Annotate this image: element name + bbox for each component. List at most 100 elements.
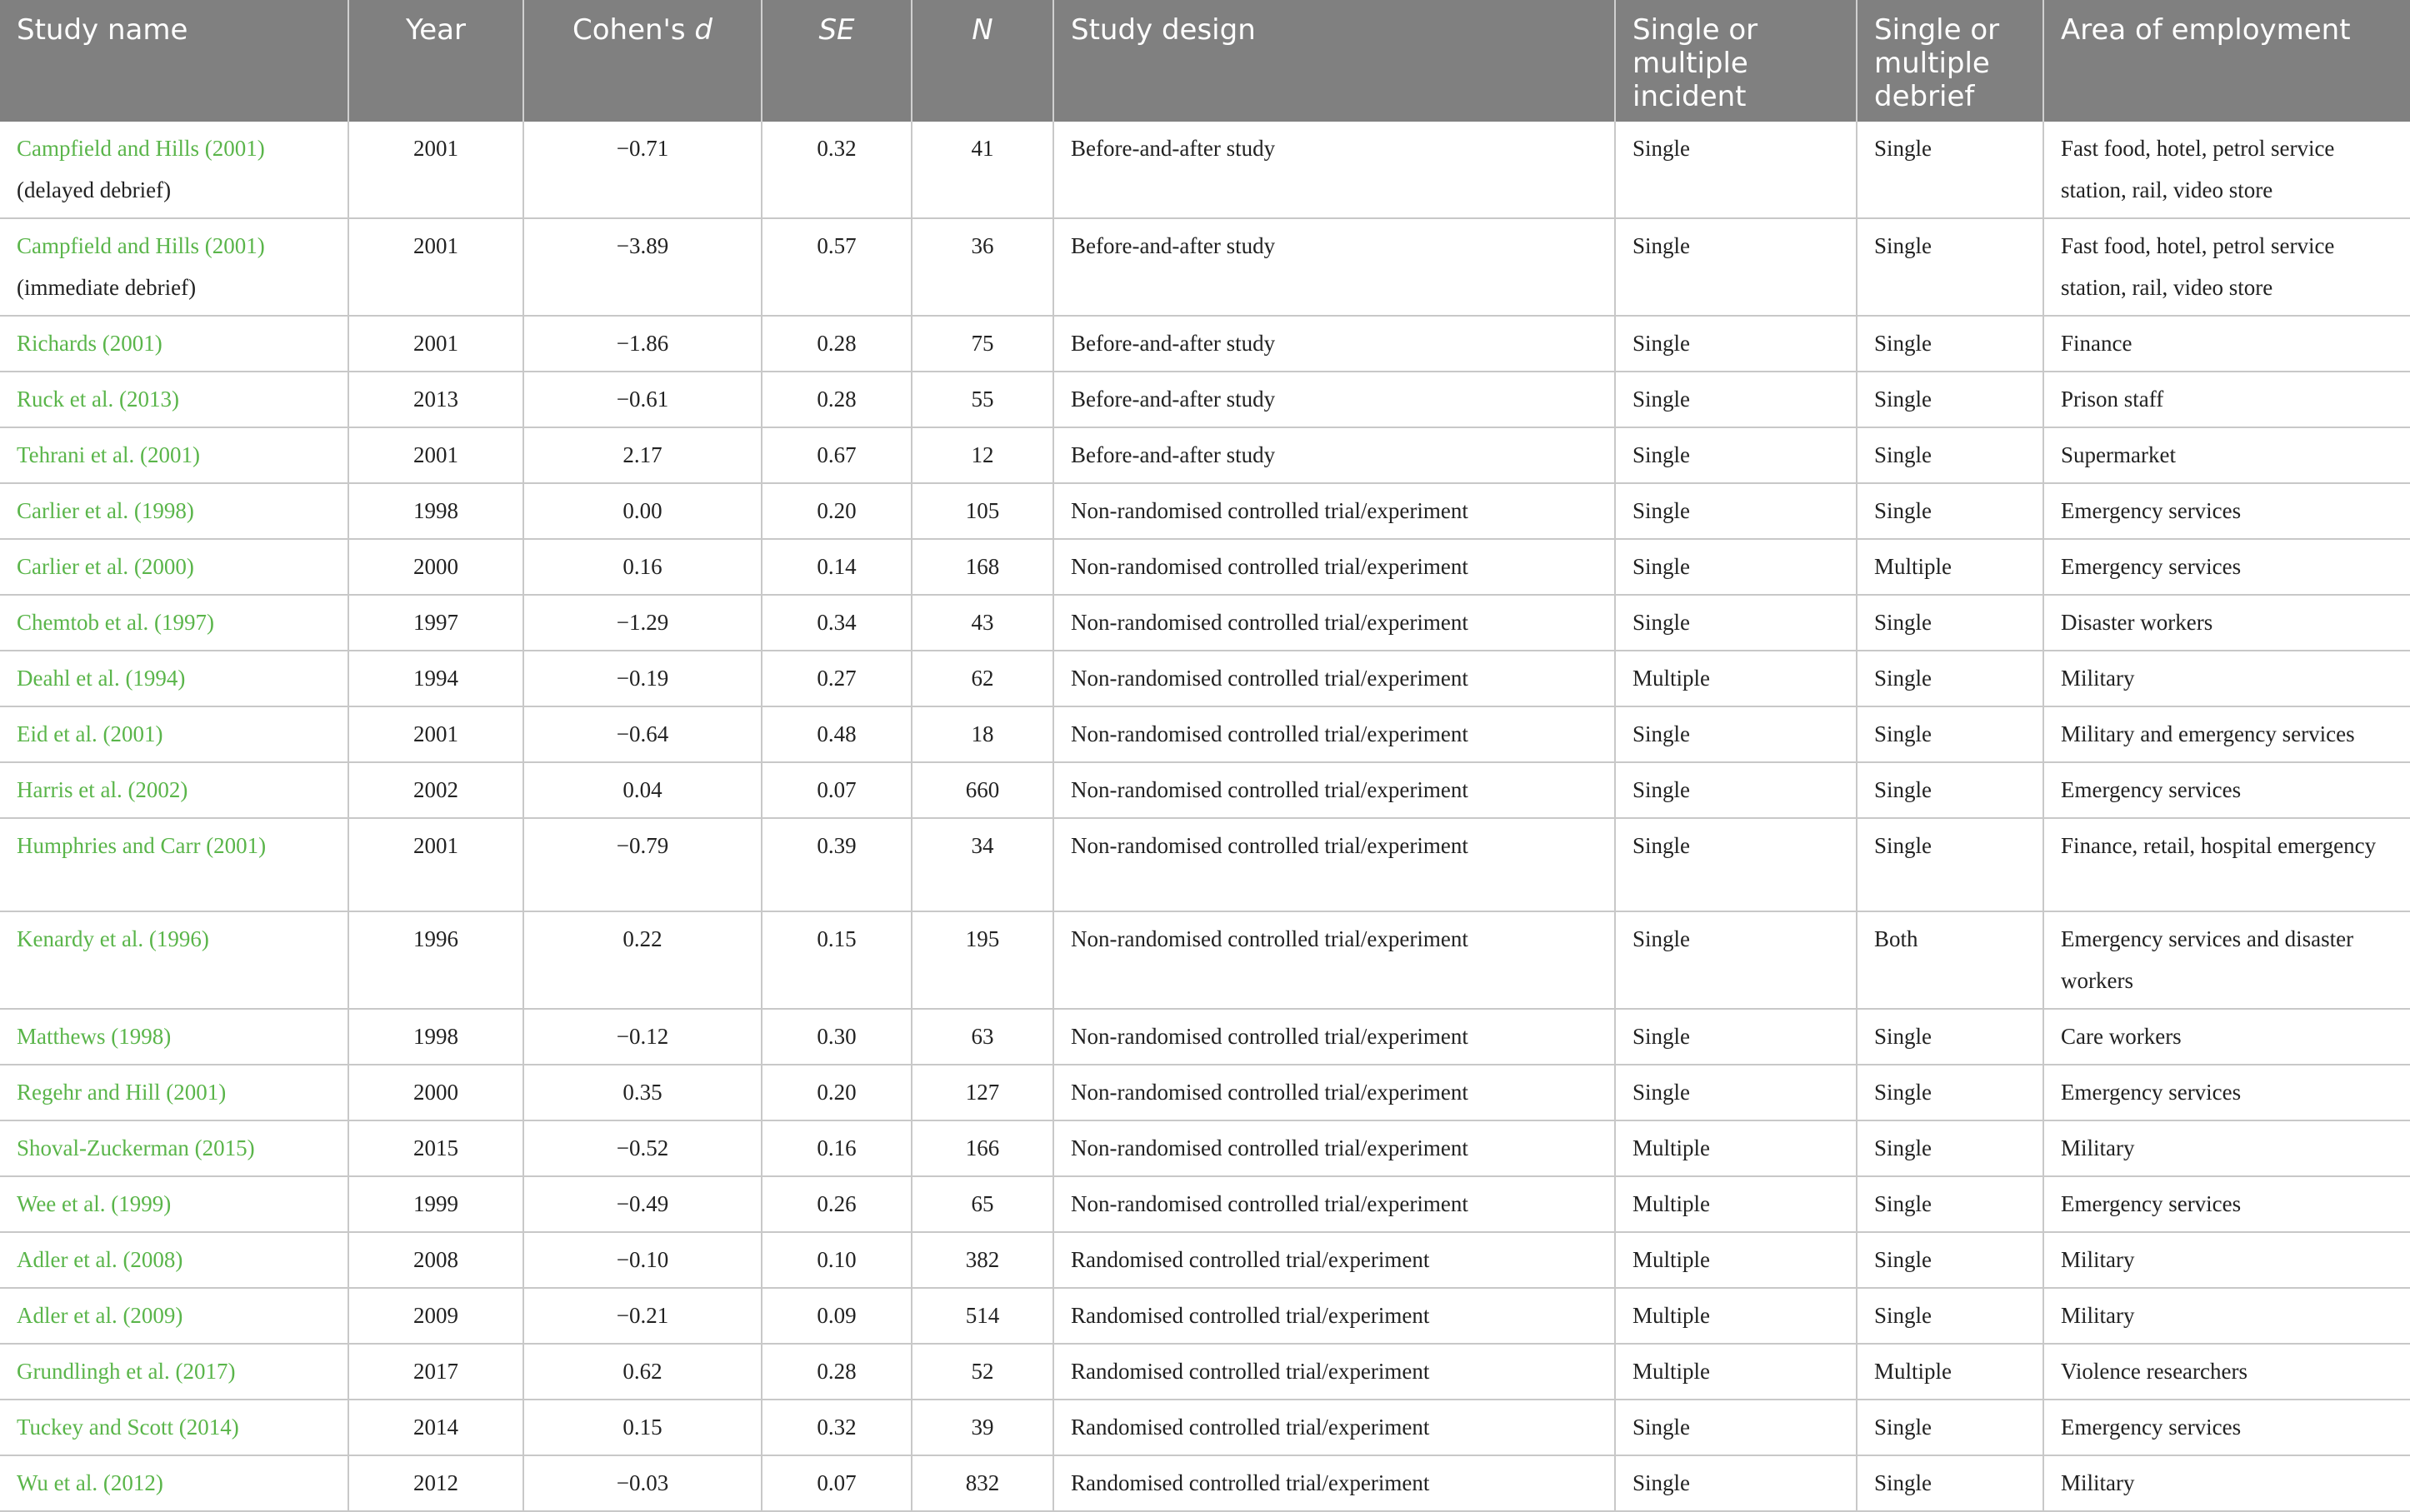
citation-link[interactable]: Deahl et al. (1994)	[17, 657, 331, 699]
cell-n: 52	[912, 1344, 1054, 1400]
citation-link[interactable]: Eid et al. (2001)	[17, 713, 331, 755]
cell-debrief: Single	[1857, 122, 2044, 219]
study-subtitle: (immediate debrief)	[17, 275, 197, 300]
cell-study-name: Ruck et al. (2013)	[0, 372, 349, 428]
citation-link[interactable]: Chemtob et al. (1997)	[17, 601, 331, 643]
cell-debrief: Single	[1857, 1455, 2044, 1512]
cell-area: Military	[2043, 1455, 2410, 1512]
cell-debrief: Single	[1857, 1400, 2044, 1456]
cell-n: 660	[912, 762, 1054, 819]
citation-link[interactable]: Matthews (1998)	[17, 1015, 331, 1057]
cell-cohens-d: −0.64	[523, 706, 762, 763]
header-row: Study name Year Cohen's d SE N Study des…	[0, 0, 2410, 122]
table-row: Grundlingh et al. (2017) 2017 0.62 0.28 52 Ra…	[0, 1344, 2410, 1400]
citation-link[interactable]: Adler et al. (2009)	[17, 1295, 331, 1336]
citation-link[interactable]: Carlier et al. (2000)	[17, 546, 331, 587]
cell-cohens-d: −1.86	[523, 316, 762, 372]
cell-se: 0.16	[762, 1120, 912, 1177]
citation-link[interactable]: Adler et al. (2008)	[17, 1239, 331, 1280]
citation-link[interactable]: Wu et al. (2012)	[17, 1462, 331, 1504]
cell-year: 2012	[348, 1455, 524, 1512]
cell-cohens-d: −0.49	[523, 1176, 762, 1233]
cell-cohens-d: −0.19	[523, 651, 762, 707]
cell-study-design: Before-and-after study	[1053, 218, 1616, 317]
cell-se: 0.28	[762, 316, 912, 372]
cell-incident: Single	[1615, 706, 1858, 763]
cell-debrief: Single	[1857, 372, 2044, 428]
cell-cohens-d: 2.17	[523, 427, 762, 484]
citation-link[interactable]: Campfield and Hills (2001)	[17, 225, 331, 267]
cell-incident: Multiple	[1615, 651, 1858, 707]
header-area: Area of employment	[2043, 0, 2410, 122]
cell-n: 832	[912, 1455, 1054, 1512]
citation-link[interactable]: Harris et al. (2002)	[17, 769, 331, 811]
table-row: Kenardy et al. (1996) 1996 0.22 0.15 195 Non-…	[0, 911, 2410, 1010]
cell-cohens-d: −0.03	[523, 1455, 762, 1512]
cell-n: 43	[912, 595, 1054, 651]
cell-incident: Single	[1615, 483, 1858, 540]
cell-debrief: Single	[1857, 1232, 2044, 1289]
cell-study-name: Wee et al. (1999)	[0, 1176, 349, 1233]
cell-debrief: Single	[1857, 706, 2044, 763]
cell-study-name: Campfield and Hills (2001) (immediate deb…	[0, 218, 349, 317]
cell-cohens-d: 0.35	[523, 1065, 762, 1121]
cell-area: Fast food, hotel, petrol service station…	[2043, 218, 2410, 317]
cell-study-name: Regehr and Hill (2001)	[0, 1065, 349, 1121]
citation-link[interactable]: Humphries and Carr (2001)	[17, 825, 331, 866]
cell-study-name: Matthews (1998)	[0, 1009, 349, 1065]
cell-area: Emergency services	[2043, 1400, 2410, 1456]
cell-study-design: Non-randomised controlled trial/experime…	[1053, 818, 1616, 912]
cell-study-design: Non-randomised controlled trial/experime…	[1053, 539, 1616, 596]
cell-incident: Single	[1615, 218, 1858, 317]
cell-incident: Single	[1615, 372, 1858, 428]
cell-year: 2009	[348, 1288, 524, 1345]
cell-study-name: Chemtob et al. (1997)	[0, 595, 349, 651]
cell-cohens-d: −0.61	[523, 372, 762, 428]
studies-table: Study name Year Cohen's d SE N Study des…	[0, 0, 2410, 1512]
cell-cohens-d: −3.89	[523, 218, 762, 317]
cell-cohens-d: −0.12	[523, 1009, 762, 1065]
cell-incident: Multiple	[1615, 1288, 1858, 1345]
cell-n: 18	[912, 706, 1054, 763]
cell-year: 1998	[348, 1009, 524, 1065]
cell-year: 2001	[348, 706, 524, 763]
cell-area: Military	[2043, 651, 2410, 707]
cell-area: Emergency services	[2043, 539, 2410, 596]
citation-link[interactable]: Carlier et al. (1998)	[17, 490, 331, 531]
table-row: Adler et al. (2009) 2009 −0.21 0.09 514 Rando…	[0, 1288, 2410, 1345]
cell-study-design: Non-randomised controlled trial/experime…	[1053, 1176, 1616, 1233]
cell-year: 2013	[348, 372, 524, 428]
cell-debrief: Single	[1857, 218, 2044, 317]
cell-cohens-d: −0.52	[523, 1120, 762, 1177]
cell-year: 1994	[348, 651, 524, 707]
table-row: Carlier et al. (2000) 2000 0.16 0.14 168 Non-…	[0, 539, 2410, 596]
header-cohens-d-symbol: d	[694, 13, 713, 47]
citation-link[interactable]: Tehrani et al. (2001)	[17, 434, 331, 476]
table-row: Shoval-Zuckerman (2015) 2015 −0.52 0.16 166 N…	[0, 1120, 2410, 1177]
cell-debrief: Single	[1857, 1288, 2044, 1345]
cell-study-name: Adler et al. (2009)	[0, 1288, 349, 1345]
cell-incident: Multiple	[1615, 1176, 1858, 1233]
cell-area: Emergency services	[2043, 483, 2410, 540]
citation-link[interactable]: Wee et al. (1999)	[17, 1183, 331, 1225]
citation-link[interactable]: Campfield and Hills (2001)	[17, 127, 331, 169]
citation-link[interactable]: Tuckey and Scott (2014)	[17, 1406, 331, 1448]
cell-se: 0.32	[762, 1400, 912, 1456]
citation-link[interactable]: Shoval-Zuckerman (2015)	[17, 1127, 331, 1169]
cell-incident: Single	[1615, 316, 1858, 372]
table-row: Eid et al. (2001) 2001 −0.64 0.48 18 Non-rand…	[0, 706, 2410, 763]
citation-link[interactable]: Grundlingh et al. (2017)	[17, 1350, 331, 1392]
cell-study-name: Deahl et al. (1994)	[0, 651, 349, 707]
cell-study-design: Randomised controlled trial/experiment	[1053, 1400, 1616, 1456]
citation-link[interactable]: Ruck et al. (2013)	[17, 378, 331, 420]
cell-study-design: Before-and-after study	[1053, 427, 1616, 484]
cell-n: 36	[912, 218, 1054, 317]
citation-link[interactable]: Regehr and Hill (2001)	[17, 1071, 331, 1113]
citation-link[interactable]: Richards (2001)	[17, 322, 331, 364]
cell-year: 2014	[348, 1400, 524, 1456]
cell-year: 2017	[348, 1344, 524, 1400]
header-incident: Single or multiple incident	[1615, 0, 1858, 122]
cell-n: 195	[912, 911, 1054, 1010]
cell-area: Emergency services	[2043, 1065, 2410, 1121]
citation-link[interactable]: Kenardy et al. (1996)	[17, 918, 331, 960]
